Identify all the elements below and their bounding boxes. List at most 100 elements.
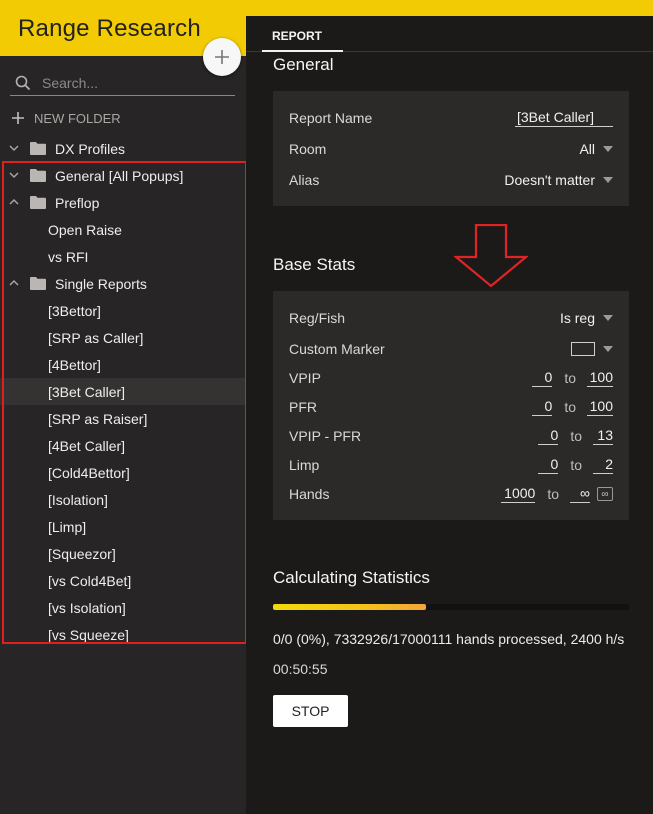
chevron-up-icon[interactable] xyxy=(8,196,20,208)
chevron-down-icon xyxy=(603,146,613,152)
tree-item-label: [3Bet Caller] xyxy=(48,383,126,400)
tree-report-item[interactable]: [Isolation] xyxy=(0,486,246,513)
chevron-up-icon[interactable] xyxy=(8,277,20,289)
tree-report-item[interactable]: Open Raise xyxy=(0,216,246,243)
tree-report-item[interactable]: vs RFI xyxy=(0,243,246,270)
to-label: to xyxy=(570,457,582,473)
tree-item-label: Preflop xyxy=(55,194,100,211)
tree-folder-row[interactable]: General [All Popups] xyxy=(0,162,246,189)
tree-report-item[interactable]: [3Bettor] xyxy=(0,297,246,324)
vpip-pfr-min-input[interactable]: 0 xyxy=(538,427,559,445)
regfish-value: Is reg xyxy=(559,310,595,326)
alias-select[interactable]: Doesn't matter xyxy=(504,172,613,188)
tree-report-item[interactable]: [Limp] xyxy=(0,513,246,540)
tree-item-label: [vs Cold4Bet] xyxy=(48,572,132,589)
progress-bar xyxy=(273,604,629,610)
alias-label: Alias xyxy=(289,172,320,188)
vpip-pfr-row: VPIP - PFR 0 to 13 xyxy=(289,424,613,448)
app-title: Range Research xyxy=(18,15,201,42)
to-label: to xyxy=(564,399,576,415)
chevron-down-icon[interactable] xyxy=(8,169,20,181)
plus-icon xyxy=(215,50,229,64)
report-name-row: Report Name [3Bet Caller] xyxy=(289,106,613,130)
tree-item-label: General [All Popups] xyxy=(55,167,184,184)
chevron-down-icon xyxy=(603,177,613,183)
tree-folder-row[interactable]: DX Profiles xyxy=(0,135,246,162)
tree-item-label: [Cold4Bettor] xyxy=(48,464,130,481)
tree-folder-row[interactable]: Single Reports xyxy=(0,270,246,297)
tree-report-item[interactable]: [SRP as Raiser] xyxy=(0,405,246,432)
report-tree: DX Profiles General [All Popups] Preflop Op… xyxy=(0,135,246,648)
tree-item-label: [Limp] xyxy=(48,518,87,535)
base-stats-card: Reg/Fish Is reg Custom Marker VPIP 0 to … xyxy=(273,291,629,520)
search-input[interactable] xyxy=(42,74,222,91)
vpip-pfr-max-input[interactable]: 13 xyxy=(593,427,613,445)
color-swatch xyxy=(571,342,595,356)
custom-marker-label: Custom Marker xyxy=(289,341,385,357)
tree-report-item[interactable]: [vs Squeeze] xyxy=(0,621,246,648)
tree-item-label: [4Bettor] xyxy=(48,356,101,373)
chevron-down-icon xyxy=(603,346,613,352)
pfr-max-input[interactable]: 100 xyxy=(587,398,613,416)
pfr-label: PFR xyxy=(289,399,317,415)
tree-report-item[interactable]: [4Bet Caller] xyxy=(0,432,246,459)
main-panel: REPORT General Report Name [3Bet Caller]… xyxy=(246,16,653,814)
to-label: to xyxy=(547,486,559,502)
infinity-button[interactable]: ∞ xyxy=(597,487,613,501)
tree-item-label: [Isolation] xyxy=(48,491,108,508)
general-section-title: General xyxy=(273,55,334,74)
tree-item-label: vs RFI xyxy=(48,248,89,265)
tree-item-label: [vs Squeeze] xyxy=(48,626,129,643)
sidebar: Range Research NEW FOLDER DX Profiles Gen… xyxy=(0,0,247,814)
tree-report-item[interactable]: [Squeezor] xyxy=(0,540,246,567)
tree-report-item[interactable]: [SRP as Caller] xyxy=(0,324,246,351)
tree-folder-row[interactable]: Preflop xyxy=(0,189,246,216)
tree-item-label: Open Raise xyxy=(48,221,122,238)
tree-report-item[interactable]: [4Bettor] xyxy=(0,351,246,378)
tree-item-label: [4Bet Caller] xyxy=(48,437,126,454)
stop-button[interactable]: STOP xyxy=(273,695,348,727)
pfr-row: PFR 0 to 100 xyxy=(289,395,613,419)
tree-item-label: Single Reports xyxy=(55,275,147,292)
custom-marker-select[interactable] xyxy=(571,342,613,356)
tree-report-item[interactable]: [3Bet Caller] xyxy=(0,378,246,405)
tree-report-item[interactable]: [vs Isolation] xyxy=(0,594,246,621)
alias-value: Doesn't matter xyxy=(504,172,595,188)
hands-max-input[interactable]: ∞ xyxy=(570,485,590,503)
new-folder-button[interactable]: NEW FOLDER xyxy=(10,108,121,128)
room-select[interactable]: All xyxy=(579,141,613,157)
hands-min-input[interactable]: 1000 xyxy=(501,485,536,503)
limp-label: Limp xyxy=(289,457,320,473)
elapsed-time: 00:50:55 xyxy=(273,661,328,677)
custom-marker-row: Custom Marker xyxy=(289,337,613,361)
progress-bar-fill xyxy=(273,604,427,610)
limp-min-input[interactable]: 0 xyxy=(538,456,559,474)
report-name-input[interactable]: [3Bet Caller] xyxy=(515,109,613,127)
tree-item-label: DX Profiles xyxy=(55,140,126,157)
chevron-down-icon[interactable] xyxy=(8,142,20,154)
vpip-max-input[interactable]: 100 xyxy=(587,369,613,387)
folder-icon xyxy=(30,277,46,290)
tree-item-label: [Squeezor] xyxy=(48,545,116,562)
to-label: to xyxy=(570,428,582,444)
regfish-label: Reg/Fish xyxy=(289,310,346,326)
search-box xyxy=(10,70,235,96)
tree-item-label: [3Bettor] xyxy=(48,302,101,319)
tab-report[interactable]: REPORT xyxy=(262,16,343,52)
vpip-min-input[interactable]: 0 xyxy=(532,369,553,387)
tree-item-label: [SRP as Caller] xyxy=(48,329,144,346)
report-name-label: Report Name xyxy=(289,110,373,126)
tab-bar: REPORT xyxy=(246,16,653,52)
alias-row: Alias Doesn't matter xyxy=(289,168,613,192)
tree-report-item[interactable]: [vs Cold4Bet] xyxy=(0,567,246,594)
tree-item-label: [SRP as Raiser] xyxy=(48,410,148,427)
pfr-min-input[interactable]: 0 xyxy=(532,398,553,416)
hands-row: Hands 1000 to ∞ ∞ xyxy=(289,482,613,506)
limp-max-input[interactable]: 2 xyxy=(593,456,613,474)
tree-report-item[interactable]: [Cold4Bettor] xyxy=(0,459,246,486)
folder-icon xyxy=(30,142,46,155)
chevron-down-icon xyxy=(603,315,613,321)
calculating-section-title: Calculating Statistics xyxy=(273,568,430,587)
regfish-select[interactable]: Is reg xyxy=(560,310,613,326)
to-label: to xyxy=(564,370,576,386)
